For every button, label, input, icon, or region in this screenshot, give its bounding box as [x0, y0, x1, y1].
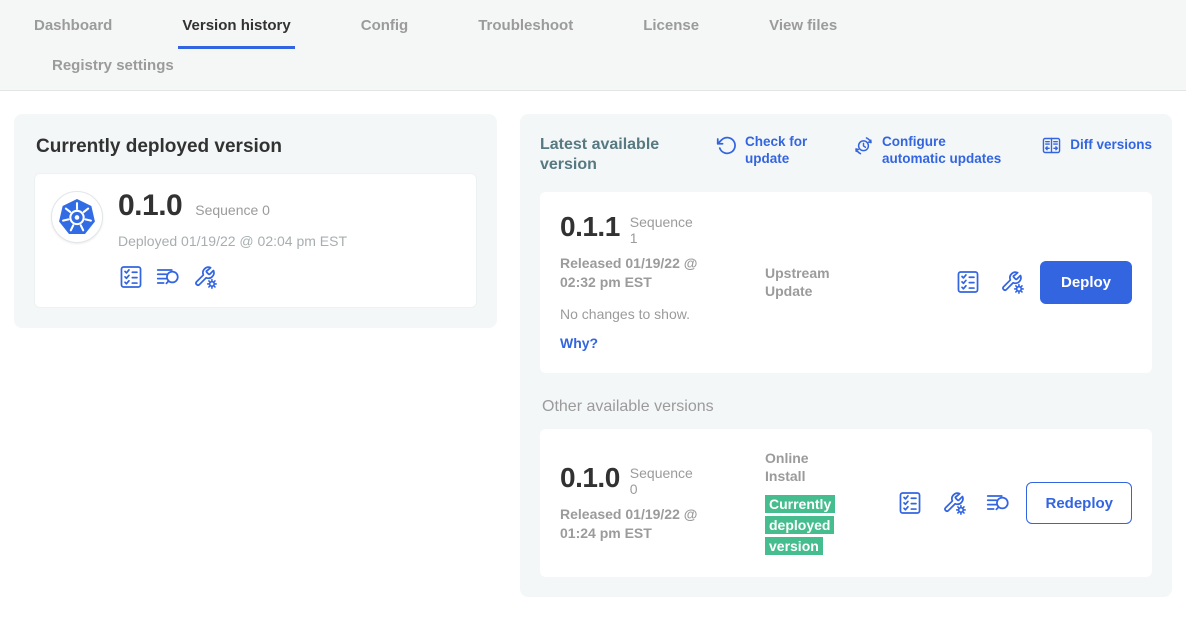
- version-number: 0.1.0: [118, 191, 182, 221]
- tab-version-history[interactable]: Version history: [178, 0, 294, 49]
- other-version-info: 0.1.0 Sequence 0 Released 01/19/22 @ 01:…: [560, 463, 745, 543]
- kubernetes-logo: [51, 191, 103, 243]
- why-link[interactable]: Why?: [560, 335, 598, 351]
- logs-magnifier-icon[interactable]: [155, 264, 181, 290]
- logs-magnifier-icon[interactable]: [985, 490, 1011, 516]
- latest-available-title: Latest available version: [540, 135, 692, 175]
- latest-available-panel: Latest available version Check for updat…: [520, 114, 1172, 597]
- currently-deployed-panel: Currently deployed version 0.1.0 Sequenc…: [14, 114, 497, 328]
- tab-registry-settings[interactable]: Registry settings: [48, 57, 178, 74]
- latest-version-card: 0.1.1 Sequence 1 Released 01/19/22 @ 02:…: [540, 192, 1152, 373]
- version-number: 0.1.1: [560, 212, 620, 241]
- latest-card-icons: [955, 269, 1025, 295]
- configure-automatic-updates-label: Configure automatic updates: [882, 134, 1010, 168]
- latest-version-info: 0.1.1 Sequence 1 Released 01/19/22 @ 02:…: [560, 212, 745, 353]
- sequence-label: Sequence 1: [630, 212, 702, 246]
- preflight-checklist-icon[interactable]: [118, 264, 144, 290]
- preflight-checklist-icon[interactable]: [955, 269, 981, 295]
- tab-view-files[interactable]: View files: [765, 0, 841, 49]
- tab-config[interactable]: Config: [357, 0, 412, 49]
- diff-versions-link[interactable]: Diff versions: [1041, 134, 1152, 156]
- currently-deployed-title: Currently deployed version: [36, 136, 477, 158]
- diff-versions-icon: [1041, 135, 1062, 156]
- configure-automatic-updates-link[interactable]: Configure automatic updates: [853, 134, 1010, 168]
- tab-license[interactable]: License: [639, 0, 703, 49]
- sequence-label: Sequence 0: [195, 202, 270, 218]
- latest-panel-header: Latest available version Check for updat…: [540, 134, 1152, 175]
- version-source: Upstream Update: [765, 264, 861, 300]
- version-source: Online Install Currently deployed versio…: [765, 449, 861, 557]
- released-timestamp: Released 01/19/22 @ 02:32 pm EST: [560, 254, 728, 292]
- diff-versions-label: Diff versions: [1070, 137, 1152, 154]
- source-label: Online Install: [765, 449, 845, 485]
- redeploy-button[interactable]: Redeploy: [1026, 482, 1132, 524]
- deploy-button[interactable]: Deploy: [1040, 261, 1132, 304]
- other-versions-title: Other available versions: [542, 398, 1152, 416]
- deployed-version-info: 0.1.0 Sequence 0 Deployed 01/19/22 @ 02:…: [118, 191, 347, 290]
- currently-deployed-badge: Currently deployed version: [765, 495, 835, 555]
- released-timestamp: Released 01/19/22 @ 01:24 pm EST: [560, 505, 728, 543]
- refresh-ccw-icon: [716, 135, 737, 156]
- tab-troubleshoot[interactable]: Troubleshoot: [474, 0, 577, 49]
- auto-update-schedule-icon: [853, 135, 874, 156]
- config-wrench-gear-icon[interactable]: [999, 269, 1025, 295]
- config-wrench-gear-icon[interactable]: [941, 490, 967, 516]
- nav-row-primary: Dashboard Version history Config Trouble…: [0, 0, 1186, 49]
- top-nav: Dashboard Version history Config Trouble…: [0, 0, 1186, 91]
- currently-deployed-badge-wrap: Currently deployed version: [765, 494, 845, 557]
- main-content: Currently deployed version 0.1.0 Sequenc…: [0, 91, 1186, 597]
- check-for-update-link[interactable]: Check for update: [716, 134, 819, 168]
- nav-row-secondary: Registry settings: [0, 49, 1186, 90]
- sequence-label: Sequence 0: [630, 463, 702, 497]
- deployed-version-card: 0.1.0 Sequence 0 Deployed 01/19/22 @ 02:…: [34, 173, 477, 308]
- other-version-card: 0.1.0 Sequence 0 Released 01/19/22 @ 01:…: [540, 429, 1152, 577]
- source-label: Upstream Update: [765, 264, 845, 300]
- no-changes-text: No changes to show.: [560, 306, 745, 322]
- config-wrench-gear-icon[interactable]: [192, 264, 218, 290]
- other-card-icons: [897, 490, 1011, 516]
- deployed-timestamp: Deployed 01/19/22 @ 02:04 pm EST: [118, 233, 347, 249]
- version-number: 0.1.0: [560, 463, 620, 492]
- check-for-update-label: Check for update: [745, 134, 819, 168]
- tab-dashboard[interactable]: Dashboard: [30, 0, 116, 49]
- preflight-checklist-icon[interactable]: [897, 490, 923, 516]
